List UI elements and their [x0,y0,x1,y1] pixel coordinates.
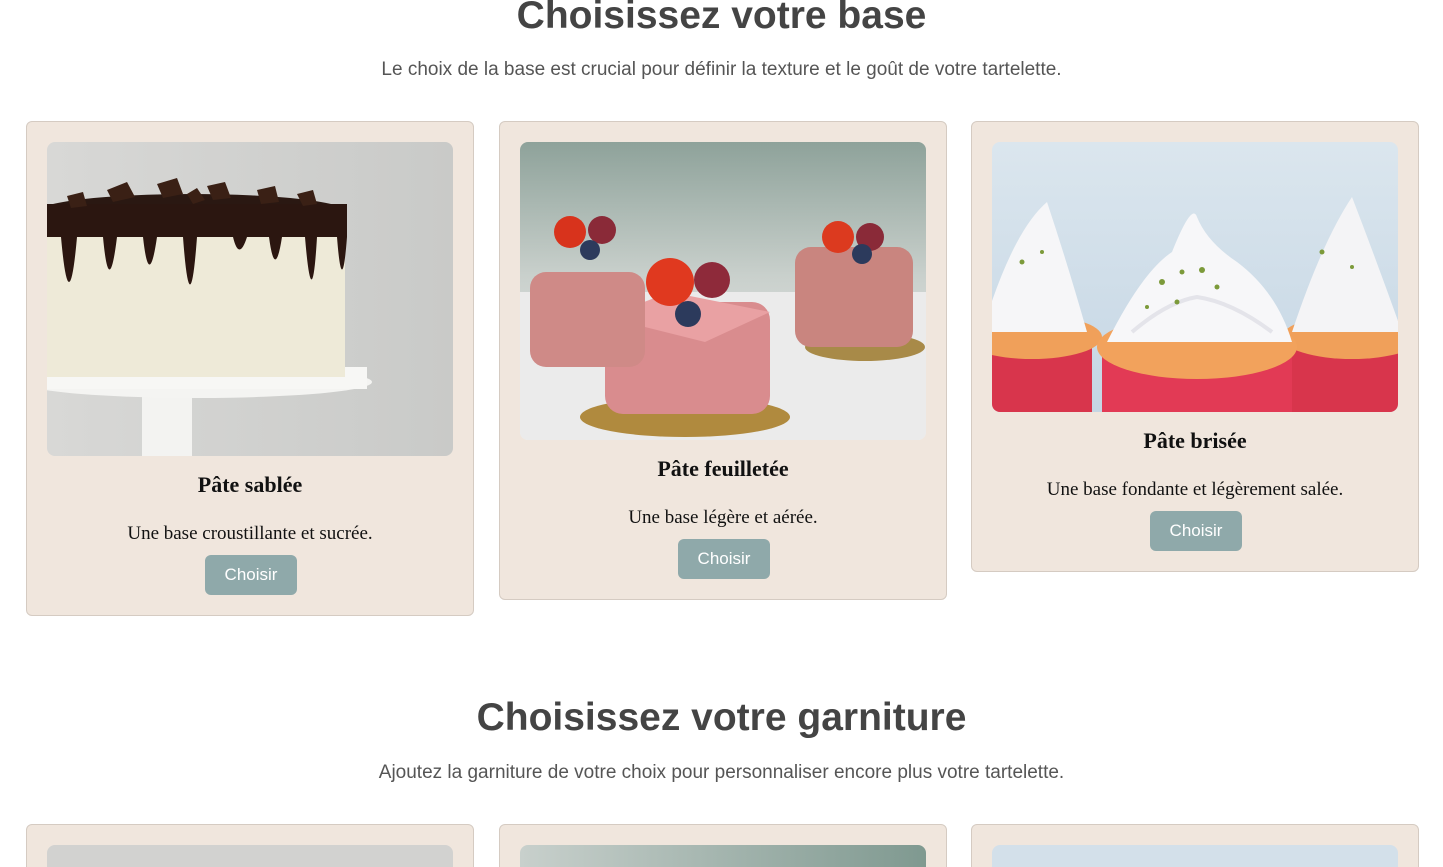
base-card-pate-feuilletee: Pâte feuilletée Une base légère et aérée… [499,121,947,600]
garniture-card [971,824,1419,867]
section-subtitle: Le choix de la base est crucial pour déf… [381,59,1062,80]
section-title: Choisissez votre base [516,0,927,37]
choose-button[interactable]: Choisir [678,539,770,579]
card-title: Pâte feuilletée [657,456,789,481]
section-subtitle: Ajoutez la garniture de votre choix pour… [378,762,1065,783]
base-card-pate-sablee: Pâte sablée Une base croustillante et su… [26,121,474,616]
card-title: Pâte sablée [197,472,303,497]
cake-image [47,845,453,867]
card-description: Une base légère et aérée. [628,507,818,528]
base-section: Choisissez votre base Le choix de la bas… [0,0,1443,640]
pink-petit-fours-image [520,142,926,440]
card-title: Pâte brisée [1143,428,1247,453]
choose-button[interactable]: Choisir [205,555,297,595]
garniture-card [499,824,947,867]
choose-button[interactable]: Choisir [1150,511,1242,551]
garniture-card [26,824,474,867]
meringue-cupcakes-image [992,142,1398,412]
petit-fours-image [520,845,926,867]
cupcakes-image [992,845,1398,867]
card-description: Une base fondante et légèrement salée. [1046,479,1344,500]
chocolate-drip-cake-image [47,142,453,456]
section-title: Choisissez votre garniture [476,696,967,739]
card-description: Une base croustillante et sucrée. [127,523,373,544]
garniture-section: Choisissez votre garniture Ajoutez la ga… [0,690,1443,867]
base-card-pate-brisee: Pâte brisée Une base fondante et légèrem… [971,121,1419,572]
